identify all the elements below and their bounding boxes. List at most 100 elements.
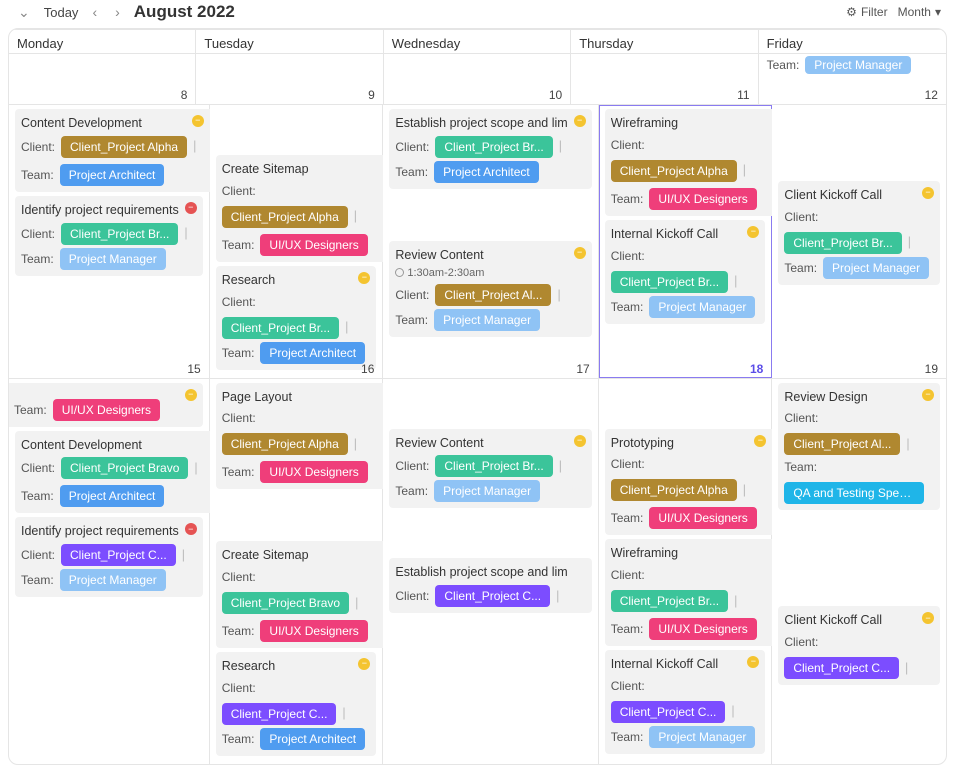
- next-month-icon[interactable]: ›: [111, 4, 124, 20]
- client-label: Client:: [21, 138, 55, 156]
- day-cell[interactable]: 9: [196, 54, 383, 104]
- event-card[interactable]: Content Development Client:Client_Projec…: [15, 431, 210, 514]
- day-cell[interactable]: − Prototyping Client:Client_Project Alph…: [599, 379, 773, 764]
- day-cell[interactable]: 10: [384, 54, 571, 104]
- client-tag-charlie[interactable]: Client_Project C...: [222, 703, 337, 725]
- client-tag-alpha[interactable]: Client_Project Alpha: [222, 206, 348, 228]
- event-card[interactable]: Create Sitemap Client:Client_Project Bra…: [216, 541, 384, 648]
- day-cell[interactable]: − Review Design Client:Client_Project Al…: [772, 379, 946, 764]
- event-card[interactable]: − Establish project scope and lim Client…: [389, 109, 591, 189]
- event-card[interactable]: Wireframing Client:Client_Project Alpha|…: [605, 109, 773, 216]
- day-cell[interactable]: 8: [9, 54, 196, 104]
- status-icon: −: [185, 389, 197, 401]
- event-card[interactable]: Establish project scope and lim Client:C…: [389, 558, 591, 613]
- day-cell[interactable]: − Team:UI/UX Designers Content Developme…: [9, 379, 210, 764]
- team-tag-architect[interactable]: Project Architect: [60, 485, 165, 507]
- client-tag-bravo[interactable]: Client_Project Br...: [435, 136, 552, 158]
- day-cell-today[interactable]: Wireframing Client:Client_Project Alpha|…: [599, 105, 773, 378]
- filter-button[interactable]: ⚙ Filter: [846, 5, 887, 19]
- day-cell[interactable]: − Establish project scope and lim Client…: [383, 105, 598, 378]
- day-header-row: Monday Tuesday Wednesday Thursday Friday…: [9, 29, 946, 53]
- event-card[interactable]: − Identify project requirements Client:C…: [15, 517, 203, 597]
- client-tag-bravo[interactable]: Client_Project Br...: [435, 455, 552, 477]
- event-card[interactable]: − Review Content 1:30am-2:30am Client:Cl…: [389, 241, 591, 337]
- status-icon: −: [922, 389, 934, 401]
- team-tag-qa[interactable]: QA and Testing Special: [784, 482, 924, 504]
- event-card[interactable]: − Research Client:Client_Project C...| T…: [216, 652, 377, 756]
- team-tag-ux[interactable]: UI/UX Designers: [649, 507, 756, 529]
- event-card[interactable]: − Content Development Client: Client_Pro…: [15, 109, 210, 192]
- client-tag-bravo[interactable]: Client_Project Br...: [611, 590, 728, 612]
- event-card[interactable]: − Identify project requirements Client:C…: [15, 196, 203, 276]
- event-card[interactable]: − Review Design Client:Client_Project Al…: [778, 383, 940, 511]
- team-tag-pm[interactable]: Project Manager: [649, 296, 755, 318]
- day-cell[interactable]: Create Sitemap Client:Client_Project Alp…: [210, 105, 384, 378]
- team-tag-ux[interactable]: UI/UX Designers: [649, 618, 756, 640]
- client-tag-alpha[interactable]: Client_Project Al...: [784, 433, 900, 455]
- prev-month-icon[interactable]: ‹: [88, 4, 101, 20]
- team-tag-pm[interactable]: Project Manager: [649, 726, 755, 748]
- today-button[interactable]: Today: [44, 5, 79, 20]
- client-tag-charlie[interactable]: Client_Project C...: [61, 544, 176, 566]
- week-row: − Content Development Client: Client_Pro…: [9, 104, 946, 378]
- day-cell[interactable]: Page Layout Client:Client_Project Alpha|…: [210, 379, 384, 764]
- team-tag-architect[interactable]: Project Architect: [434, 161, 539, 183]
- event-card[interactable]: Create Sitemap Client:Client_Project Alp…: [216, 155, 384, 262]
- status-icon: −: [922, 187, 934, 199]
- team-tag-architect[interactable]: Project Architect: [260, 342, 365, 364]
- week-row: − Team:UI/UX Designers Content Developme…: [9, 378, 946, 764]
- team-tag-pm[interactable]: Project Manager: [434, 309, 540, 331]
- day-cell[interactable]: − Review Content Client:Client_Project B…: [383, 379, 598, 764]
- status-icon: −: [574, 115, 586, 127]
- event-card[interactable]: − Team:UI/UX Designers: [8, 383, 203, 427]
- client-tag-bravo[interactable]: Client_Project Br...: [61, 223, 178, 245]
- client-tag-charlie[interactable]: Client_Project C...: [435, 585, 550, 607]
- team-label: Team:: [21, 166, 54, 184]
- day-cell[interactable]: 11: [571, 54, 758, 104]
- day-header: Thursday: [571, 30, 758, 53]
- client-tag-bravo[interactable]: Client_Project Br...: [784, 232, 901, 254]
- team-tag-architect[interactable]: Project Architect: [260, 728, 365, 750]
- team-tag-pm[interactable]: Project Manager: [823, 257, 929, 279]
- day-cell[interactable]: − Client Kickoff Call Client:Client_Proj…: [772, 105, 946, 378]
- day-header: Friday Team: Project Manager: [759, 30, 946, 53]
- event-card[interactable]: − Client Kickoff Call Client:Client_Proj…: [778, 181, 940, 285]
- client-tag-charlie[interactable]: Client_Project C...: [784, 657, 899, 679]
- event-card[interactable]: − Review Content Client:Client_Project B…: [389, 429, 591, 509]
- client-tag-alpha[interactable]: Client_Project Al...: [435, 284, 551, 306]
- client-tag-bravo[interactable]: Client_Project Bravo: [61, 457, 188, 479]
- team-tag-architect[interactable]: Project Architect: [60, 164, 165, 186]
- event-card[interactable]: − Internal Kickoff Call Client:Client_Pr…: [605, 650, 766, 754]
- status-icon: −: [192, 115, 204, 127]
- event-card[interactable]: Wireframing Client:Client_Project Br...|…: [605, 539, 773, 646]
- team-tag-pm[interactable]: Project Manager: [60, 569, 166, 591]
- team-tag-ux[interactable]: UI/UX Designers: [260, 620, 367, 642]
- event-card[interactable]: − Prototyping Client:Client_Project Alph…: [605, 429, 773, 536]
- event-card[interactable]: Page Layout Client:Client_Project Alpha|…: [216, 383, 384, 490]
- team-tag-ux[interactable]: UI/UX Designers: [260, 234, 367, 256]
- view-select[interactable]: Month ▾: [898, 5, 941, 19]
- team-tag-pm[interactable]: Project Manager: [434, 480, 540, 502]
- client-tag-alpha[interactable]: Client_Project Alpha: [611, 479, 737, 501]
- client-tag-bravo[interactable]: Client_Project Br...: [611, 271, 728, 293]
- team-tag-ux[interactable]: UI/UX Designers: [53, 399, 160, 421]
- status-icon: −: [574, 247, 586, 259]
- client-tag-charlie[interactable]: Client_Project C...: [611, 701, 726, 723]
- day-header: Wednesday: [384, 30, 571, 53]
- team-tag-pm[interactable]: Project Manager: [60, 248, 166, 270]
- client-tag-alpha[interactable]: Client_Project Alpha: [222, 433, 348, 455]
- client-tag-alpha[interactable]: Client_Project Alpha: [61, 136, 187, 158]
- event-card[interactable]: − Internal Kickoff Call Client:Client_Pr…: [605, 220, 766, 324]
- team-tag-ux[interactable]: UI/UX Designers: [260, 461, 367, 483]
- event-card[interactable]: − Research Client:Client_Project Br...| …: [216, 266, 377, 370]
- client-tag-bravo[interactable]: Client_Project Bravo: [222, 592, 349, 614]
- client-tag-bravo[interactable]: Client_Project Br...: [222, 317, 339, 339]
- dropdown-icon[interactable]: ⌄: [14, 4, 34, 21]
- day-cell[interactable]: 12: [759, 54, 946, 104]
- status-icon: −: [185, 523, 197, 535]
- day-cell[interactable]: − Content Development Client: Client_Pro…: [9, 105, 210, 378]
- event-card[interactable]: − Client Kickoff Call Client:Client_Proj…: [778, 606, 940, 685]
- status-icon: −: [185, 202, 197, 214]
- team-tag-ux[interactable]: UI/UX Designers: [649, 188, 756, 210]
- client-tag-alpha[interactable]: Client_Project Alpha: [611, 160, 737, 182]
